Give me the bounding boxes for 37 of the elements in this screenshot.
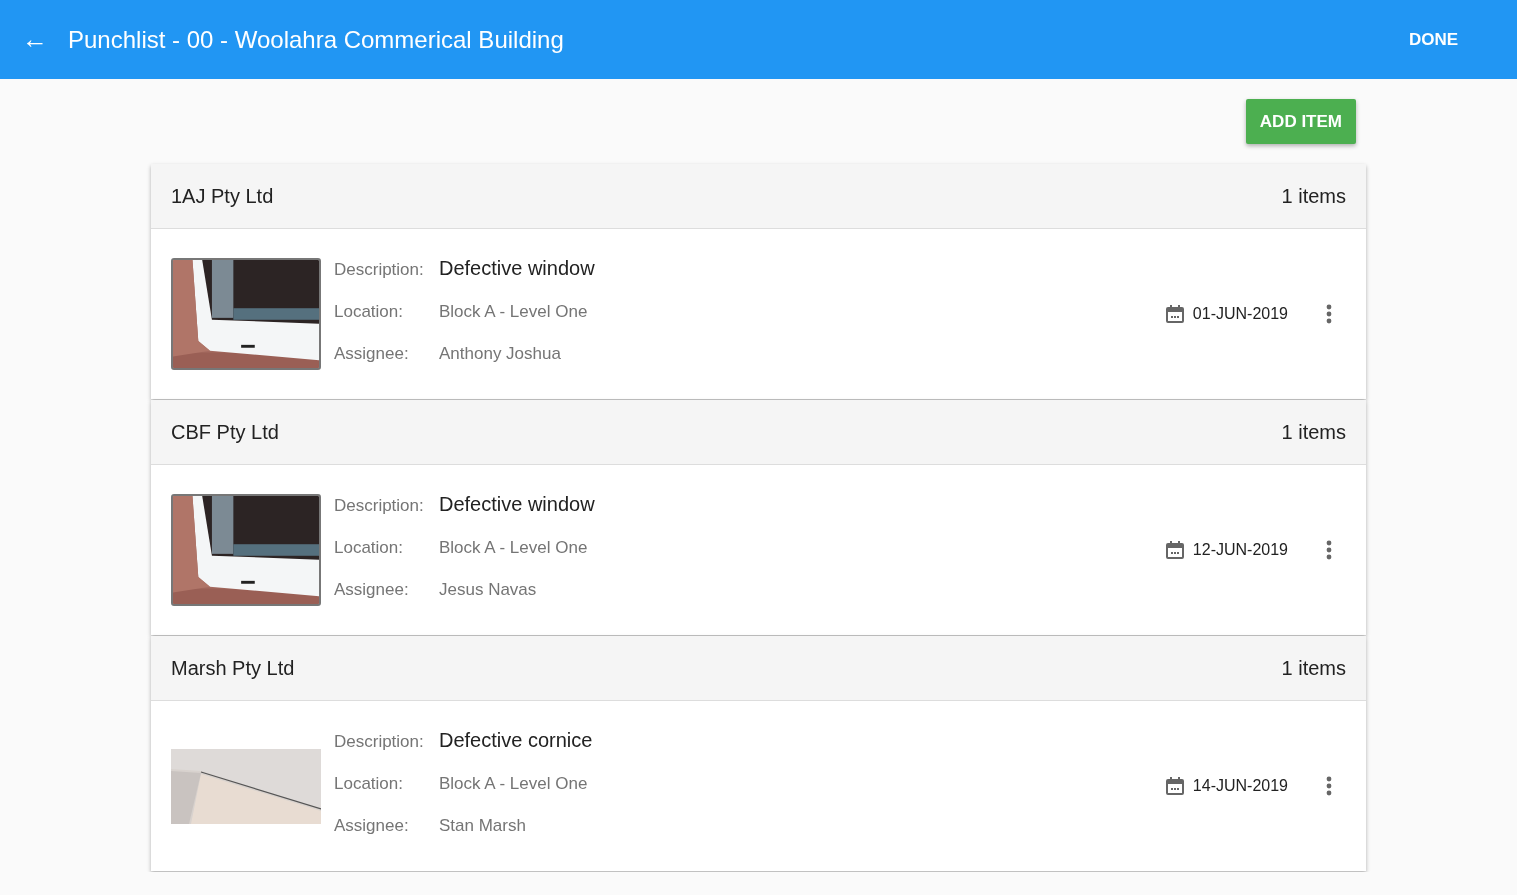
location-text: Block A - Level One (439, 301, 589, 322)
calendar-icon (1164, 304, 1185, 324)
field-label: Location: (334, 537, 404, 558)
add-item-button[interactable]: ADD ITEM (1245, 99, 1356, 144)
assignee-text: Anthony Joshua (439, 343, 562, 364)
due-date: 12-JUN-2019 (1192, 541, 1288, 559)
due-date: 01-JUN-2019 (1192, 305, 1288, 323)
description-text: Defective window (439, 492, 595, 516)
location-text: Block A - Level One (439, 773, 589, 794)
item-count: 1 items (1281, 420, 1346, 444)
done-button[interactable]: DONE (1396, 21, 1470, 58)
company-name: 1AJ Pty Ltd (171, 184, 274, 208)
more-options-icon[interactable] (1326, 304, 1332, 324)
field-label: Location: (334, 301, 404, 322)
item-count: 1 items (1281, 184, 1346, 208)
description-text: Defective window (439, 256, 595, 280)
calendar-icon (1164, 540, 1185, 560)
description-text: Defective cornice (439, 728, 593, 752)
back-button[interactable]: ← (22, 24, 50, 55)
field-label: Description: (334, 259, 425, 280)
field-label: Assignee: (334, 343, 410, 364)
more-options-icon[interactable] (1326, 776, 1332, 796)
field-label: Description: (334, 495, 425, 516)
assignee-text: Jesus Navas (439, 579, 538, 600)
location-text: Block A - Level One (439, 537, 589, 558)
field-label: Description: (334, 731, 425, 752)
company-name: CBF Pty Ltd (171, 420, 279, 444)
field-label: Location: (334, 773, 404, 794)
calendar-icon (1164, 776, 1185, 796)
field-label: Assignee: (334, 815, 410, 836)
more-options-icon[interactable] (1326, 540, 1332, 560)
assignee-text: Stan Marsh (439, 815, 527, 836)
page-title: Punchlist - 00 - Woolahra Commerical Building (68, 25, 565, 54)
field-label: Assignee: (334, 579, 410, 600)
due-date: 14-JUN-2019 (1192, 777, 1288, 795)
item-count: 1 items (1281, 656, 1346, 680)
company-name: Marsh Pty Ltd (171, 656, 295, 680)
